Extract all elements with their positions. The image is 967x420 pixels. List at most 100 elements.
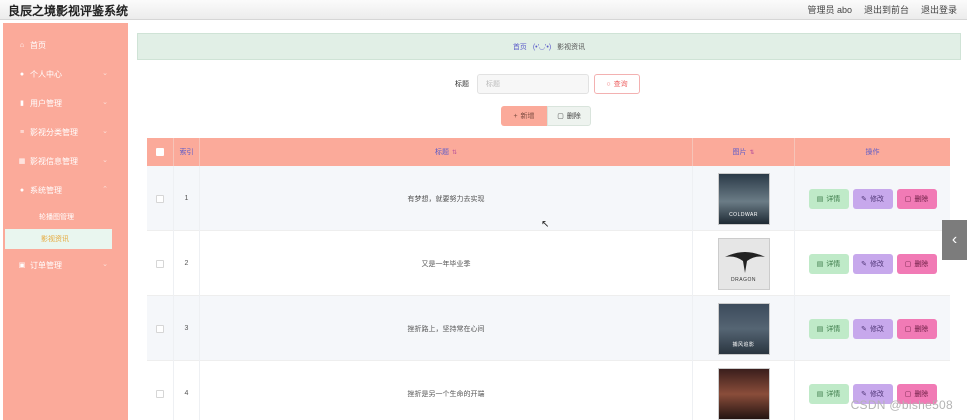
sidebar-item-label: 影视分类管理: [30, 127, 78, 137]
front-link[interactable]: 退出到前台: [864, 3, 909, 16]
delete-label: 删除: [914, 195, 929, 203]
row-title: 又是一年毕业季: [200, 231, 693, 296]
trash-icon: ▢: [904, 195, 912, 203]
query-button-label: 查询: [613, 81, 628, 88]
home-icon: ⌂: [19, 41, 25, 49]
delete-button[interactable]: ▢ 删除: [896, 188, 937, 209]
poster-image[interactable]: [717, 367, 770, 420]
top-bar: 良辰之境影视评鉴系统 管理员 abo 退出到前台 退出登录: [0, 0, 967, 20]
chevron-down-icon: ⌄: [102, 261, 108, 268]
poster-image[interactable]: 捕风追影: [717, 302, 770, 355]
edit-button[interactable]: ✎ 修改: [852, 318, 893, 339]
sidebar-item-label: 订单管理: [30, 260, 62, 270]
row-index: 2: [174, 231, 200, 296]
grid-icon: ▦: [18, 158, 26, 165]
poster-image[interactable]: COLDWAR: [717, 172, 770, 225]
sidebar-item-system[interactable]: ● 系统管理 ⌃: [3, 176, 128, 204]
detail-button[interactable]: ▤ 详情: [808, 318, 849, 339]
delete-label: 删除: [914, 260, 929, 268]
action-row: + 新增 ▢ 删除: [501, 106, 591, 126]
sidebar-item-movie-info[interactable]: ▦ 影视信息管理 ⌄: [3, 147, 128, 175]
dot-icon: ●: [19, 186, 25, 194]
pencil-icon: ✎: [861, 390, 867, 398]
logout-link[interactable]: 退出登录: [921, 3, 957, 16]
trash-icon: ▢: [904, 390, 912, 398]
trash-icon: ▢: [904, 260, 912, 268]
header-index-label: 索引: [179, 149, 194, 156]
collapse-tab[interactable]: ‹: [942, 220, 967, 260]
detail-label: 详情: [826, 195, 841, 203]
trash-icon: ▢: [904, 325, 912, 333]
breadcrumb-current: 影视资讯: [557, 43, 586, 51]
row-image-cell: [693, 361, 795, 420]
plus-icon: +: [513, 112, 518, 120]
card-icon: ▣: [18, 262, 26, 269]
chevron-down-icon: ⌄: [102, 99, 108, 106]
add-button[interactable]: + 新增: [501, 106, 547, 126]
row-checkbox[interactable]: [156, 324, 164, 333]
row-checkbox[interactable]: [156, 389, 164, 398]
submenu-item-news[interactable]: 影视资讯: [5, 229, 112, 249]
sidebar-item-category[interactable]: ≡ 影视分类管理 ⌄: [3, 118, 128, 146]
detail-button[interactable]: ▤ 详情: [808, 253, 849, 274]
doc-icon: ▤: [816, 325, 824, 333]
sidebar-item-users[interactable]: ▮ 用户管理 ⌄: [3, 89, 128, 117]
search-label: 标题: [455, 81, 469, 88]
row-select-cell: [147, 231, 174, 296]
row-checkbox[interactable]: [156, 259, 164, 268]
row-title: 挫折是另一个生命的开端: [200, 361, 693, 420]
chevron-up-icon: ⌃: [102, 186, 108, 193]
chevron-left-icon: ‹: [951, 231, 958, 248]
search-icon: ○: [606, 80, 611, 88]
row-select-cell: [147, 166, 174, 231]
table-row: 3 挫折路上，坚持常在心间 捕风追影 ▤ 详情 ✎ 修改 ▢ 删除: [147, 296, 950, 361]
poster-text: DRAGON: [731, 276, 756, 283]
delete-button[interactable]: ▢ 删除: [896, 253, 937, 274]
watermark: CSDN @bishe508: [850, 398, 953, 412]
header-image[interactable]: 图片 ⇅: [693, 138, 795, 166]
doc-icon: ▤: [816, 195, 824, 203]
edit-button[interactable]: ✎ 修改: [852, 253, 893, 274]
query-button[interactable]: ○ 查询: [594, 74, 640, 94]
edit-label: 修改: [869, 260, 884, 268]
detail-label: 详情: [826, 390, 841, 398]
chevron-down-icon: ⌄: [102, 157, 108, 164]
select-all-checkbox[interactable]: [156, 148, 164, 156]
header-title[interactable]: 标题 ⇅: [200, 138, 693, 166]
mouse-cursor-icon: ↖: [541, 219, 550, 230]
breadcrumb-home[interactable]: 首页: [513, 42, 527, 52]
delete-button[interactable]: ▢ 删除: [896, 318, 937, 339]
header-ops-label: 操作: [865, 149, 880, 156]
add-button-label: 新增: [520, 113, 535, 120]
header-index: 索引: [174, 138, 200, 166]
top-links: 管理员 abo 退出到前台 退出登录: [807, 3, 957, 16]
breadcrumb-face: (•'◡'•): [532, 43, 552, 51]
poster-image[interactable]: DRAGON: [717, 237, 770, 290]
pencil-icon: ✎: [861, 325, 867, 333]
sidebar-item-label: 个人中心: [30, 69, 62, 79]
row-select-cell: [147, 296, 174, 361]
search-input[interactable]: [477, 74, 589, 94]
row-ops: ▤ 详情 ✎ 修改 ▢ 删除: [795, 166, 950, 231]
submenu-item-label: 轮播图管理: [39, 214, 74, 221]
doc-icon: ▤: [816, 260, 824, 268]
submenu-item-label: 影视资讯: [41, 236, 69, 243]
sidebar-item-profile[interactable]: ● 个人中心 ⌄: [3, 60, 128, 88]
batch-delete-button[interactable]: ▢ 删除: [547, 106, 591, 126]
detail-button[interactable]: ▤ 详情: [808, 383, 849, 404]
table-header: 索引 标题 ⇅ 图片 ⇅ 操作: [147, 138, 950, 166]
table-row: 2 又是一年毕业季 DRAGON ▤ 详情 ✎ 修改 ▢ 删除: [147, 231, 950, 296]
header-image-label: 图片: [732, 149, 747, 156]
row-image-cell: 捕风追影: [693, 296, 795, 361]
edit-button[interactable]: ✎ 修改: [852, 188, 893, 209]
row-image-cell: DRAGON: [693, 231, 795, 296]
sort-icon: ⇅: [749, 149, 755, 156]
submenu-item-carousel[interactable]: 轮播图管理: [3, 207, 128, 227]
sort-icon: ⇅: [451, 149, 458, 156]
poster-text: 捕风追影: [732, 341, 755, 348]
sidebar-item-home[interactable]: ⌂ 首页: [3, 31, 128, 59]
detail-button[interactable]: ▤ 详情: [808, 188, 849, 209]
sidebar-item-orders[interactable]: ▣ 订单管理 ⌄: [3, 251, 128, 279]
delete-label: 删除: [914, 390, 929, 398]
row-checkbox[interactable]: [156, 194, 164, 203]
